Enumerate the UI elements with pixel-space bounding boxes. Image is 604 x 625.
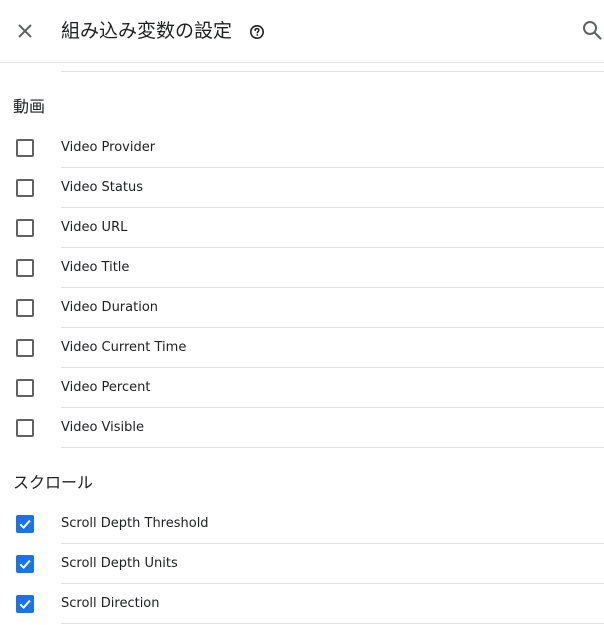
variable-label: Video Provider bbox=[61, 140, 156, 155]
variable-row-scroll-depth-units[interactable]: Scroll Depth Units bbox=[0, 544, 604, 584]
variable-row-video-duration[interactable]: Video Duration bbox=[0, 288, 604, 328]
variable-row-video-url[interactable]: Video URL bbox=[0, 208, 604, 248]
section-title-video: 動画 bbox=[13, 97, 46, 116]
help-button[interactable] bbox=[249, 24, 265, 40]
checkbox[interactable] bbox=[16, 139, 34, 157]
checkbox[interactable] bbox=[16, 179, 34, 197]
variable-row-video-status[interactable]: Video Status bbox=[0, 168, 604, 208]
variable-label: Video Visible bbox=[61, 420, 145, 435]
checkbox[interactable] bbox=[16, 259, 34, 277]
variable-label: Video Status bbox=[61, 180, 143, 195]
variable-label: Scroll Direction bbox=[61, 596, 160, 611]
variable-row-video-percent[interactable]: Video Percent bbox=[0, 368, 604, 408]
page-title: 組み込み変数の設定 bbox=[61, 20, 233, 42]
variable-row-video-title[interactable]: Video Title bbox=[0, 248, 604, 288]
search-icon bbox=[583, 21, 602, 40]
help-circle-icon bbox=[250, 25, 264, 39]
variable-label: Scroll Depth Units bbox=[61, 556, 178, 571]
close-button[interactable] bbox=[13, 19, 37, 43]
variable-label: Video Percent bbox=[61, 380, 151, 395]
check-icon bbox=[19, 599, 31, 610]
variable-label: Video Current Time bbox=[61, 340, 187, 355]
checkbox[interactable] bbox=[16, 219, 34, 237]
check-icon bbox=[19, 519, 31, 530]
checkbox-checked[interactable] bbox=[16, 595, 34, 613]
dialog-header: 組み込み変数の設定 bbox=[0, 0, 604, 63]
variable-row-video-visible[interactable]: Video Visible bbox=[0, 408, 604, 448]
divider bbox=[61, 71, 604, 72]
variable-row-video-provider[interactable]: Video Provider bbox=[0, 128, 604, 168]
variable-label: Video URL bbox=[61, 220, 128, 235]
check-icon bbox=[19, 559, 31, 570]
variable-label: Video Title bbox=[61, 260, 130, 275]
variable-label: Video Duration bbox=[61, 300, 159, 315]
checkbox[interactable] bbox=[16, 339, 34, 357]
variable-row-scroll-depth-threshold[interactable]: Scroll Depth Threshold bbox=[0, 504, 604, 544]
variable-label: Scroll Depth Threshold bbox=[61, 516, 209, 531]
checkbox[interactable] bbox=[16, 379, 34, 397]
checkbox-checked[interactable] bbox=[16, 515, 34, 533]
section-title-scroll: スクロール bbox=[13, 473, 94, 492]
divider bbox=[61, 623, 604, 624]
variable-row-video-current-time[interactable]: Video Current Time bbox=[0, 328, 604, 368]
close-icon bbox=[18, 24, 32, 38]
checkbox[interactable] bbox=[16, 299, 34, 317]
variable-row-scroll-direction[interactable]: Scroll Direction bbox=[0, 584, 604, 624]
checkbox-checked[interactable] bbox=[16, 555, 34, 573]
divider bbox=[61, 447, 604, 448]
checkbox[interactable] bbox=[16, 419, 34, 437]
search-button[interactable] bbox=[581, 19, 603, 41]
